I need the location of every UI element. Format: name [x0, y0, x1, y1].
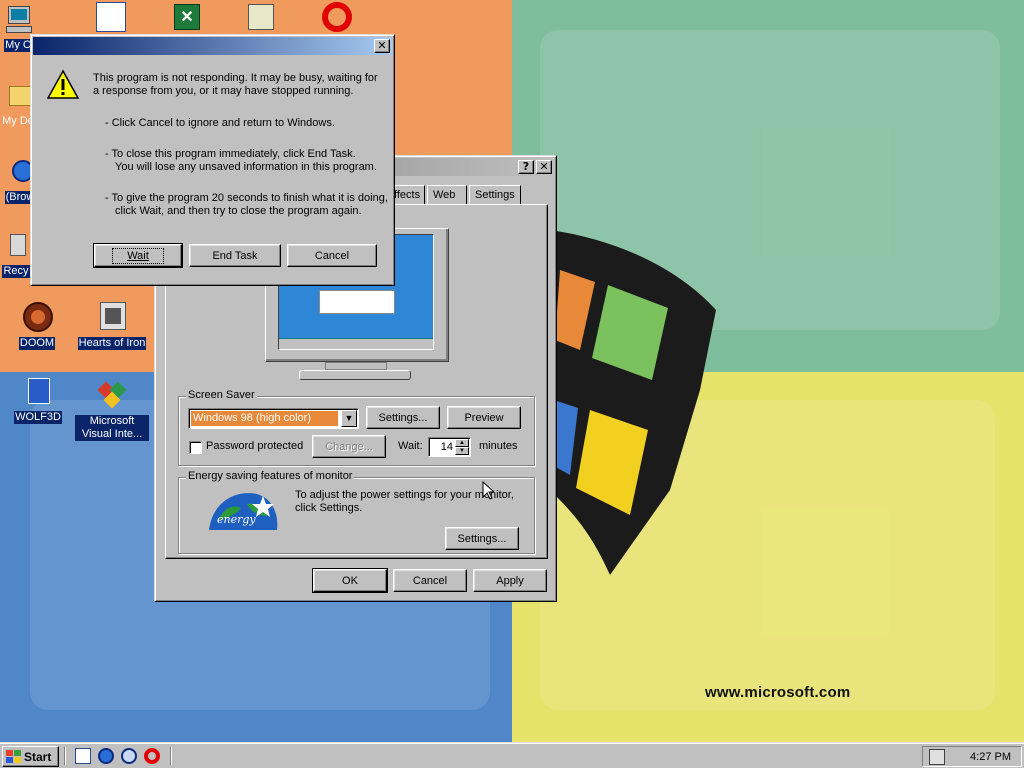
end-task-warning: You will lose any unsaved information in…	[115, 161, 377, 173]
cancel-instruction: - Click Cancel to ignore and return to W…	[105, 117, 335, 129]
taskbar-separator	[170, 747, 172, 765]
close-button[interactable]: ✕	[536, 160, 552, 174]
dialog-titlebar[interactable]: ✕	[33, 37, 392, 55]
change-password-button[interactable]: Change...	[312, 435, 386, 458]
help-button[interactable]: ?	[518, 160, 534, 174]
watermark-url: www.microsoft.com	[705, 684, 851, 701]
recycle-bin-icon	[0, 230, 32, 262]
wolf3d-icon	[22, 376, 54, 408]
scheduler-icon[interactable]	[929, 748, 945, 765]
visual-interdev-icon	[96, 380, 128, 412]
monitor-neck	[325, 362, 387, 370]
hearts-of-iron-icon	[96, 302, 128, 334]
preview-button[interactable]: Preview	[447, 406, 521, 429]
program-icon[interactable]	[248, 4, 274, 30]
wait-label: Wait:	[398, 440, 423, 452]
end-task-button[interactable]: End Task	[189, 244, 281, 267]
spin-up-icon[interactable]: ▲	[455, 439, 469, 447]
dialog-cancel-button[interactable]: Cancel	[287, 244, 377, 267]
cancel-button[interactable]: Cancel	[393, 569, 467, 592]
windows-flag-icon	[6, 749, 22, 764]
end-task-instruction: - To close this program immediately, cli…	[105, 148, 356, 160]
desktop-icon-wolf3d[interactable]: WOLF3D	[2, 376, 74, 424]
wait-instruction-cont: click Wait, and then try to close the pr…	[115, 205, 362, 217]
ok-button[interactable]: OK	[312, 568, 388, 593]
tab-effects[interactable]: ffects	[391, 185, 425, 205]
password-protected-label: Password protected	[206, 440, 304, 452]
energy-logo-text: energy	[217, 513, 256, 526]
energy-star-logo: energy	[209, 493, 278, 530]
screen-saver-select[interactable]: Windows 98 (high color) ▼	[188, 408, 359, 429]
spin-down-icon[interactable]: ▼	[455, 447, 469, 455]
screen-saver-settings-button[interactable]: Settings...	[366, 406, 440, 429]
wait-value: 14	[440, 441, 453, 453]
taskbar-separator	[64, 747, 66, 765]
opera-icon[interactable]	[322, 2, 352, 32]
wait-minutes-stepper[interactable]: 14 ▲ ▼	[428, 437, 471, 457]
outlook-express-icon[interactable]	[96, 2, 126, 32]
warning-icon	[47, 69, 79, 99]
desktop-icon-visual-interdev[interactable]: Microsoft Visual Inte...	[75, 380, 149, 441]
desktop-icon-hearts-of-iron[interactable]: Hearts of Iron	[75, 302, 149, 350]
close-button[interactable]: ✕	[374, 39, 390, 53]
system-tray: 4:27 PM	[922, 746, 1022, 767]
chevron-down-icon[interactable]: ▼	[341, 410, 357, 427]
tab-web[interactable]: Web	[427, 185, 467, 205]
screen-saver-group-label: Screen Saver	[186, 389, 257, 401]
apply-button[interactable]: Apply	[473, 569, 547, 592]
not-responding-dialog[interactable]: ✕ This program is not responding. It may…	[30, 34, 395, 286]
show-desktop-icon[interactable]	[75, 748, 91, 764]
energy-settings-button[interactable]: Settings...	[445, 527, 519, 550]
dialog-message: This program is not responding. It may b…	[93, 72, 378, 97]
wait-button[interactable]: Wait	[93, 243, 183, 268]
doom-icon	[21, 302, 53, 334]
tab-settings[interactable]: Settings	[469, 185, 521, 205]
energy-group-label: Energy saving features of monitor	[186, 470, 355, 482]
my-computer-icon	[2, 4, 34, 36]
clock[interactable]: 4:27 PM	[970, 751, 1011, 763]
internet-explorer-icon[interactable]	[98, 748, 114, 764]
start-button[interactable]: Start	[2, 746, 59, 767]
outlook-express-icon[interactable]	[121, 748, 137, 764]
taskbar: Start 4:27 PM	[0, 742, 1024, 768]
excel-icon[interactable]: ✕	[174, 4, 200, 30]
password-protected-checkbox[interactable]	[189, 441, 202, 454]
windows-logo-graphic	[550, 230, 716, 575]
monitor-stand	[299, 370, 411, 380]
screen-saver-selected: Windows 98 (high color)	[191, 411, 338, 426]
opera-icon[interactable]	[144, 748, 160, 764]
desktop-icon-doom[interactable]: DOOM	[1, 302, 73, 350]
mouse-pointer-icon	[482, 481, 494, 500]
wait-instruction: - To give the program 20 seconds to fini…	[105, 192, 388, 204]
minutes-label: minutes	[479, 440, 518, 452]
